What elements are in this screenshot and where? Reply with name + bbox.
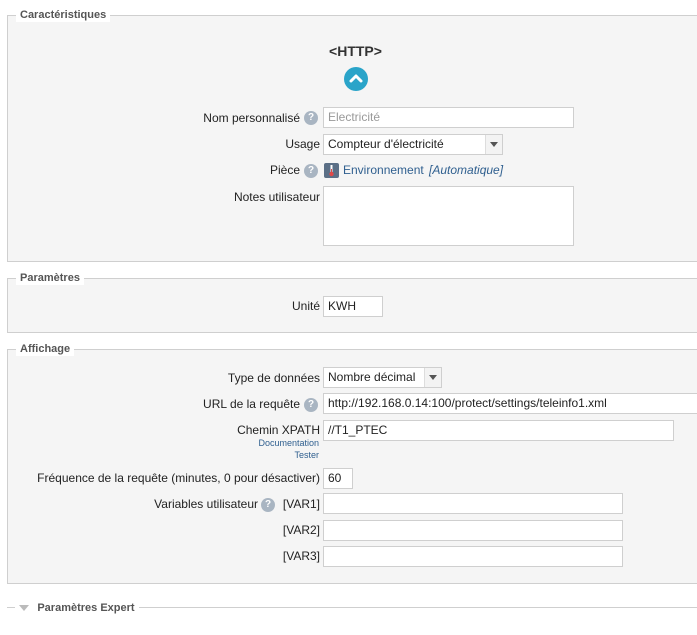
affichage-section: Affichage Type de données Nombre décimal…: [7, 342, 697, 584]
nom-input[interactable]: Electricité: [323, 107, 574, 128]
unite-label: Unité: [291, 299, 320, 313]
caracteristiques-section: Caractéristiques <HTTP> Nom personnalisé…: [7, 8, 697, 262]
help-icon[interactable]: ?: [304, 398, 318, 412]
url-input[interactable]: http://192.168.0.14:100/protect/settings…: [323, 393, 697, 414]
help-icon[interactable]: ?: [304, 111, 318, 125]
piece-link[interactable]: Environnement: [343, 162, 424, 178]
var3-input[interactable]: [323, 546, 623, 567]
usage-label: Usage: [285, 137, 320, 151]
triangle-down-icon: [19, 604, 29, 611]
chevron-down-icon: [485, 135, 502, 154]
expert-legend: Paramètres Expert: [37, 602, 135, 614]
chevron-down-icon: [424, 368, 441, 387]
variables-label: Variables utilisateur: [154, 497, 258, 511]
frequence-label: Fréquence de la requête (minutes, 0 pour…: [37, 471, 320, 485]
type-select[interactable]: Nombre décimal: [323, 367, 442, 388]
notes-label: Notes utilisateur: [233, 190, 320, 204]
thermometer-icon: [324, 163, 339, 178]
type-label: Type de données: [227, 371, 320, 385]
notes-textarea[interactable]: [323, 186, 574, 246]
piece-label: Pièce: [269, 163, 300, 177]
usage-select[interactable]: Compteur d'électricité: [323, 134, 503, 155]
chevron-up-icon: [349, 74, 363, 83]
collapse-button[interactable]: [344, 67, 368, 91]
var2-input[interactable]: [323, 520, 623, 541]
nom-label: Nom personnalisé: [203, 111, 300, 125]
var1-label: [VAR1]: [282, 497, 320, 511]
type-value: Nombre décimal: [328, 370, 416, 384]
caracteristiques-legend: Caractéristiques: [16, 8, 111, 22]
tester-link[interactable]: Tester: [208, 450, 319, 460]
expert-header[interactable]: Paramètres Expert: [15, 600, 139, 615]
url-label: URL de la requête: [203, 397, 300, 411]
parametres-section: Paramètres Unité KWH: [7, 271, 697, 333]
var3-label: [VAR3]: [282, 549, 320, 563]
xpath-label: Chemin XPATH: [237, 423, 320, 437]
documentation-link[interactable]: Documentation: [208, 438, 319, 448]
parametres-legend: Paramètres: [16, 271, 84, 285]
plugin-title: <HTTP>: [329, 43, 382, 59]
frequence-input[interactable]: 60: [323, 468, 353, 489]
var1-input[interactable]: [323, 493, 623, 514]
piece-auto-link[interactable]: [Automatique]: [429, 162, 503, 178]
usage-value: Compteur d'électricité: [328, 137, 444, 151]
var2-label: [VAR2]: [282, 523, 320, 537]
affichage-legend: Affichage: [16, 342, 75, 356]
xpath-input[interactable]: //T1_PTEC: [323, 420, 674, 441]
expert-section[interactable]: Paramètres Expert: [7, 600, 697, 615]
unite-input[interactable]: KWH: [323, 296, 383, 317]
help-icon[interactable]: ?: [304, 164, 318, 178]
